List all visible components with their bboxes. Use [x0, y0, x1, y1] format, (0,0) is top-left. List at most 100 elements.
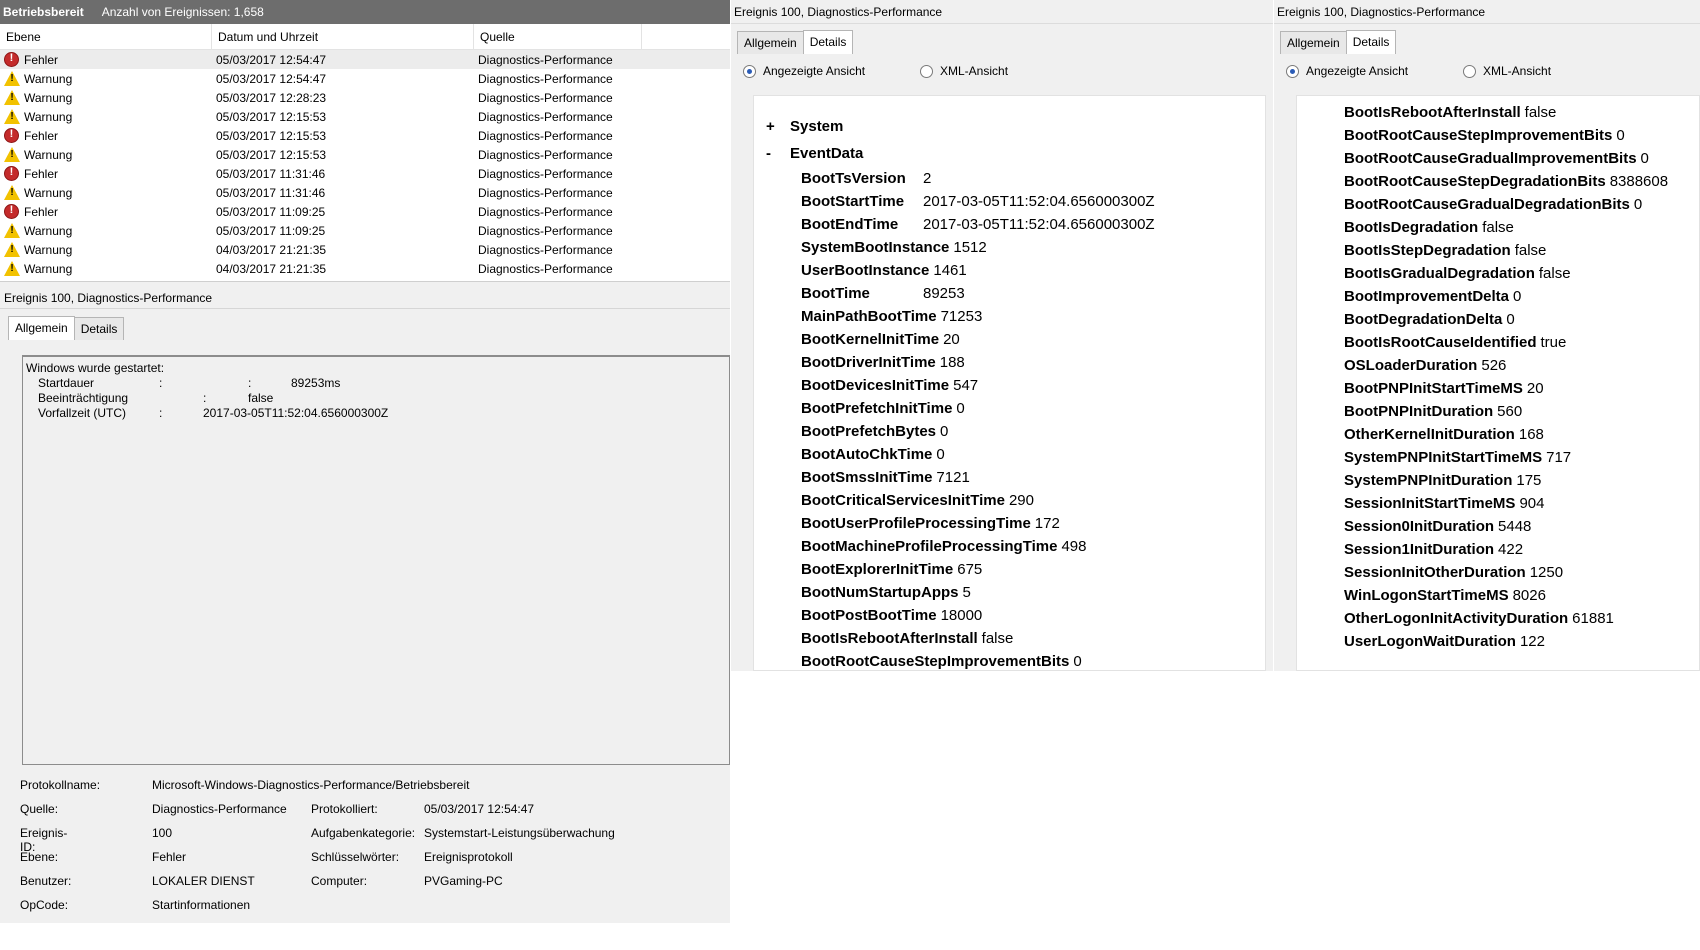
- event-data-field: BootRootCauseStepDegradationBits 8388608: [1344, 170, 1699, 193]
- event-data-field: BootPostBootTime 18000: [801, 604, 1265, 627]
- tab-details[interactable]: Details: [1345, 30, 1397, 54]
- field-key: BootTime: [801, 285, 870, 302]
- table-row[interactable]: Warnung 05/03/2017 12:54:47 Diagnostics-Pe…: [0, 69, 730, 88]
- cell-level: Fehler: [0, 52, 212, 67]
- cell-level: Warnung: [0, 109, 212, 124]
- column-header-level[interactable]: Ebene: [0, 24, 212, 49]
- field-key: SessionInitOtherDuration: [1344, 564, 1526, 581]
- expand-plus-icon[interactable]: +: [766, 118, 790, 135]
- description-key: Startdauer: [38, 376, 95, 390]
- event-data-field: BootIsRebootAfterInstall false: [1344, 101, 1699, 124]
- field-value: true: [1540, 334, 1567, 351]
- radio-friendly-label: Angezeigte Ansicht: [763, 64, 866, 78]
- collapse-minus-icon[interactable]: -: [766, 145, 790, 162]
- field-value: false: [981, 630, 1014, 647]
- table-row[interactable]: Warnung 05/03/2017 11:31:46 Diagnostics-Pe…: [0, 183, 730, 202]
- field-key: BootPNPInitDuration: [1344, 403, 1494, 420]
- field-key: BootPNPInitStartTimeMS: [1344, 380, 1523, 397]
- cell-source: Diagnostics-Performance: [478, 242, 613, 257]
- field-value: 0: [1513, 288, 1522, 305]
- field-key: BootEndTime: [801, 216, 899, 233]
- field-value: 2017-03-05T11:52:04.656000300Z: [923, 216, 1155, 233]
- field-key: BootTsVersion: [801, 170, 906, 187]
- tree-node-system[interactable]: + System: [766, 113, 1265, 140]
- prop-value-ereignis-id: 100: [152, 826, 173, 840]
- cell-level: Warnung: [0, 147, 212, 162]
- table-row[interactable]: Warnung 05/03/2017 12:15:53 Diagnostics-Pe…: [0, 145, 730, 164]
- field-value: false: [1514, 242, 1547, 259]
- field-key: SystemBootInstance: [801, 239, 950, 256]
- event-data-field: BootTime 89253: [801, 282, 1265, 305]
- cell-level: Warnung: [0, 261, 212, 276]
- radio-friendly-label: Angezeigte Ansicht: [1306, 64, 1409, 78]
- column-header-datetime[interactable]: Datum und Uhrzeit: [212, 24, 474, 49]
- table-row[interactable]: Fehler 05/03/2017 12:15:53 Diagnostics-Per…: [0, 126, 730, 145]
- tab-general[interactable]: Allgemein: [1280, 31, 1347, 54]
- radio-friendly-view[interactable]: Angezeigte Ansicht: [1286, 64, 1463, 78]
- tree-node-eventdata[interactable]: - EventData: [766, 140, 1265, 167]
- field-key: BootIsRootCauseIdentified: [1344, 334, 1537, 351]
- table-row[interactable]: Warnung 05/03/2017 12:28:23 Diagnostics-Pe…: [0, 88, 730, 107]
- event-data-field: BootNumStartupApps 5: [801, 581, 1265, 604]
- field-value: 61881: [1572, 610, 1614, 627]
- event-data-fields: BootTsVersion 2 BootStartTime 2017-03-05T11…: [766, 167, 1265, 670]
- prop-label: Computer:: [311, 874, 368, 888]
- radio-friendly-view[interactable]: Angezeigte Ansicht: [743, 64, 920, 78]
- prop-label: OpCode:: [20, 898, 69, 912]
- cell-level: Warnung: [0, 71, 212, 86]
- event-detail-tabs: Allgemein Details: [8, 316, 125, 340]
- tab-details[interactable]: Details: [73, 317, 125, 340]
- field-value: 422: [1498, 541, 1524, 558]
- event-data-fields: BootIsRebootAfterInstall false BootRootCau…: [1344, 101, 1699, 653]
- description-line-vorfallzeit: Vorfallzeit (UTC) : 2017-03-05T11:52:04.…: [26, 406, 726, 421]
- level-text: Fehler: [24, 204, 59, 219]
- cell-level: Warnung: [0, 223, 212, 238]
- error-icon: [4, 204, 19, 219]
- description-key: Beeinträchtigung: [38, 391, 129, 405]
- field-value: 0: [940, 423, 949, 440]
- error-icon: [4, 52, 19, 67]
- event-description: Windows wurde gestartet: Startdauer : : …: [22, 355, 730, 765]
- field-value: 0: [1073, 653, 1082, 670]
- radio-xml-view[interactable]: XML-Ansicht: [920, 64, 1008, 78]
- description-colon: :: [203, 391, 207, 405]
- level-text: Warnung: [24, 71, 73, 86]
- field-value: 71253: [940, 308, 983, 325]
- tab-details[interactable]: Details: [802, 30, 854, 54]
- cell-datetime: 05/03/2017 12:54:47: [216, 71, 327, 86]
- table-row[interactable]: Fehler 05/03/2017 12:54:47 Diagnostics-Per…: [0, 50, 730, 69]
- table-row[interactable]: Fehler 05/03/2017 11:31:46 Diagnostics-Per…: [0, 164, 730, 183]
- event-data-field: Session1InitDuration 422: [1344, 538, 1699, 561]
- column-header-empty: [642, 24, 722, 49]
- radio-xml-view[interactable]: XML-Ansicht: [1463, 64, 1551, 78]
- warning-icon: [4, 147, 20, 162]
- field-value: 8388608: [1609, 173, 1669, 190]
- tab-general[interactable]: Allgemein: [8, 316, 75, 340]
- event-data-field: BootIsGradualDegradation false: [1344, 262, 1699, 285]
- event-data-field: SystemBootInstance 1512: [801, 236, 1265, 259]
- field-key: WinLogonStartTimeMS: [1344, 587, 1509, 604]
- tab-general[interactable]: Allgemein: [737, 31, 804, 54]
- field-key: UserLogonWaitDuration: [1344, 633, 1516, 650]
- field-key: BootIsRebootAfterInstall: [1344, 104, 1521, 121]
- field-value: 0: [1506, 311, 1515, 328]
- table-row[interactable]: Fehler 05/03/2017 11:09:25 Diagnostics-Per…: [0, 202, 730, 221]
- table-row[interactable]: Warnung 04/03/2017 21:21:35 Diagnostics-Pe…: [0, 259, 730, 278]
- field-value: 290: [1008, 492, 1034, 509]
- description-value: false: [248, 391, 274, 405]
- prop-value-opcode: Startinformationen: [152, 898, 251, 912]
- level-text: Warnung: [24, 147, 73, 162]
- event-data-field: BootDriverInitTime 188: [801, 351, 1265, 374]
- cell-datetime: 05/03/2017 12:15:53: [216, 147, 327, 162]
- event-viewer-panel: Betriebsbereit Anzahl von Ereignissen: 1…: [0, 0, 730, 923]
- column-header-source[interactable]: Quelle: [474, 24, 642, 49]
- radio-unselected-icon: [920, 64, 933, 78]
- table-row[interactable]: Warnung 05/03/2017 11:09:25 Diagnostics-Pe…: [0, 221, 730, 240]
- table-row[interactable]: Warnung 05/03/2017 12:15:53 Diagnostics-Pe…: [0, 107, 730, 126]
- table-row[interactable]: Warnung 04/03/2017 21:21:35 Diagnostics-Pe…: [0, 240, 730, 259]
- prop-label: Protokolliert:: [311, 802, 378, 816]
- details-panel-1: Ereignis 100, Diagnostics-Performance Al…: [731, 0, 1273, 671]
- field-value: 18000: [940, 607, 983, 624]
- radio-unselected-icon: [1463, 64, 1476, 78]
- event-list-titlebar: Betriebsbereit Anzahl von Ereignissen: 1…: [0, 0, 730, 24]
